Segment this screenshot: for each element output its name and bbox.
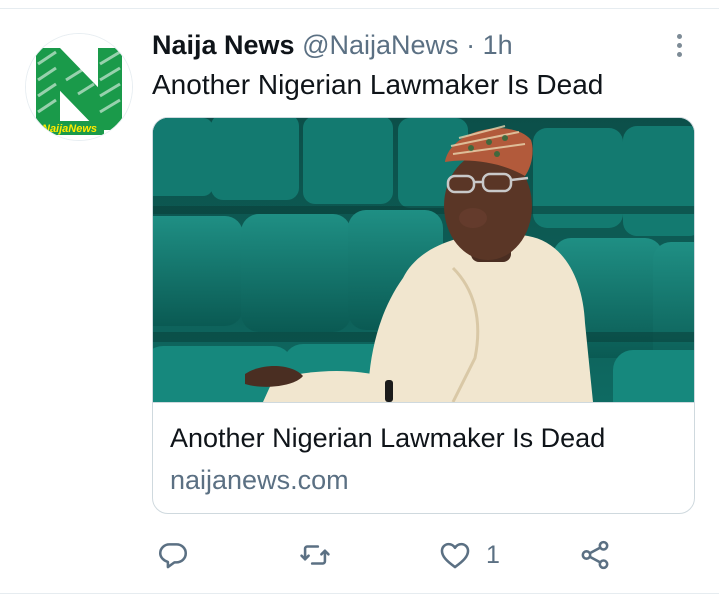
tweet-actions: 1 (0, 533, 719, 577)
tweet-text: Another Nigerian Lawmaker Is Dead (152, 69, 604, 100)
share-button[interactable] (578, 533, 612, 577)
svg-text:NaijaNews: NaijaNews (42, 123, 97, 135)
avatar[interactable]: NaijaNews (26, 34, 132, 140)
retweet-icon (300, 545, 330, 565)
bottom-divider (0, 593, 719, 594)
top-divider (0, 8, 719, 9)
lawmaker-photo-icon (153, 118, 694, 402)
naijanews-logo-icon: NaijaNews (26, 34, 132, 140)
author-handle[interactable]: @NaijaNews (302, 30, 458, 60)
reply-button[interactable] (156, 533, 190, 577)
heart-icon (440, 542, 470, 569)
link-card[interactable]: Another Nigerian Lawmaker Is Dead naijan… (152, 117, 695, 514)
card-image[interactable] (153, 118, 694, 402)
card-title[interactable]: Another Nigerian Lawmaker Is Dead (170, 421, 605, 455)
header-separator: · (466, 30, 476, 60)
author-name[interactable]: Naija News (152, 30, 295, 60)
tweet-time[interactable]: 1h (483, 30, 513, 60)
more-options-icon[interactable] (664, 30, 694, 60)
share-icon (581, 540, 609, 570)
card-divider (153, 402, 694, 403)
card-domain[interactable]: naijanews.com (170, 463, 349, 497)
like-button[interactable]: 1 (438, 533, 500, 577)
retweet-button[interactable] (297, 533, 333, 577)
tweet-header: Naija News @NaijaNews · 1h (152, 28, 513, 62)
reply-icon (158, 543, 188, 569)
like-count: 1 (486, 540, 500, 569)
